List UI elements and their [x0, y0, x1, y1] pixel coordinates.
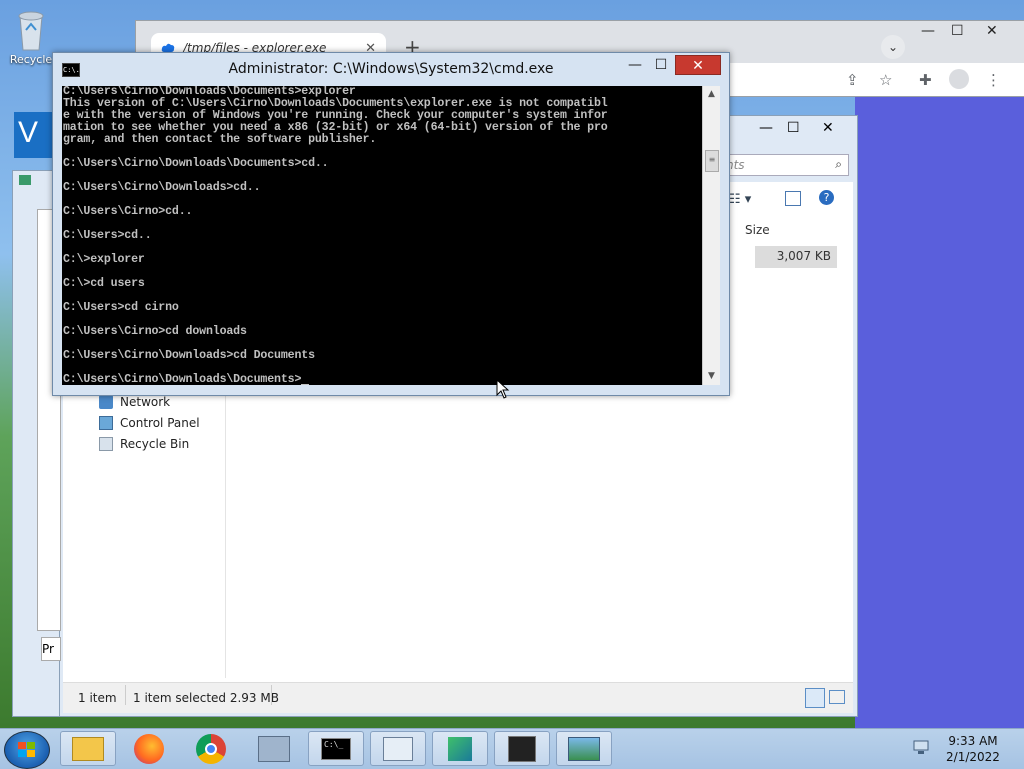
console-scrollbar[interactable]: ▲ ≡ ▼: [702, 86, 720, 385]
cmd-taskbar-icon: C:\_: [321, 737, 351, 760]
mouse-cursor-icon: [496, 379, 510, 399]
desktop-recycle-bin[interactable]: Recycle: [6, 8, 56, 66]
cmd-maximize-button[interactable]: ☐: [651, 55, 671, 75]
taskbar-cmd[interactable]: C:\_: [308, 731, 364, 766]
image-viewer-icon: [568, 736, 600, 761]
recycle-bin-icon: [99, 437, 113, 451]
performance-monitor-icon: [383, 736, 413, 761]
taskbar-image-viewer[interactable]: [556, 731, 612, 766]
app-icon: [19, 175, 31, 185]
console-output[interactable]: C:\Users\Cirno\Downloads\Documents>explo…: [62, 86, 702, 385]
console-line: C:\Users\Cirno\Downloads\Documents>cd..: [63, 157, 329, 170]
desktop-app-icon[interactable]: V: [14, 112, 54, 158]
taskbar-network-tool[interactable]: [246, 731, 302, 766]
cmd-minimize-button[interactable]: —: [625, 55, 645, 75]
console-line: C:\>cd users: [63, 277, 145, 290]
explorer-maximize-button[interactable]: ☐: [787, 120, 800, 136]
clock-date: 2/1/2022: [946, 750, 1000, 764]
nav-item-label: Control Panel: [120, 416, 200, 430]
column-header-size[interactable]: Size: [745, 223, 770, 237]
console-line: C:\Users\Cirno\Downloads>cd..: [63, 181, 261, 194]
search-icon: ⌕: [835, 157, 842, 171]
nav-item-recycle-bin[interactable]: Recycle Bin: [99, 437, 189, 451]
console-text: C:\Users\Cirno\Downloads\Documents>explo…: [62, 86, 702, 385]
scroll-up-icon[interactable]: ▲: [703, 86, 720, 103]
control-panel-icon: [99, 416, 113, 430]
console-line: C:\>explorer: [63, 253, 145, 266]
details-view-icon[interactable]: [805, 688, 825, 708]
status-bar: 1 item 1 item selected 2.93 MB: [63, 682, 853, 713]
view-options-icon[interactable]: ☷ ▾: [729, 192, 751, 207]
console-line: C:\Users>cd..: [63, 229, 152, 242]
cmd-close-button[interactable]: ✕: [675, 55, 721, 75]
bookmark-star-icon[interactable]: ☆: [879, 71, 892, 89]
explorer-search-input[interactable]: nts ⌕: [719, 154, 849, 176]
file-size-cell[interactable]: 3,007 KB: [755, 246, 837, 268]
scroll-down-icon[interactable]: ▼: [703, 368, 720, 385]
folder-icon: [72, 736, 104, 761]
network-icon: [99, 395, 113, 409]
system-clock[interactable]: 9:33 AM 2/1/2022: [940, 733, 1006, 765]
left-stub-text: Pr: [41, 637, 61, 661]
nav-item-label: Recycle Bin: [120, 437, 190, 451]
taskbar-chrome-icon[interactable]: [196, 734, 226, 764]
taskbar-performance-monitor[interactable]: [370, 731, 426, 766]
app-logo-icon: V: [18, 116, 39, 149]
taskbar-terminal-tool[interactable]: [494, 731, 550, 766]
download-arrow-icon: [448, 736, 472, 761]
network-tray-icon[interactable]: [912, 739, 930, 755]
console-line: gram, and then contact the software publ…: [63, 133, 377, 146]
text-cursor: [301, 384, 310, 385]
profile-avatar-icon[interactable]: [949, 69, 969, 89]
tab-search-chevron-down-icon[interactable]: ⌄: [881, 35, 905, 59]
console-line: C:\Users>cd cirno: [63, 301, 179, 314]
console-line: C:\Users\Cirno>cd..: [63, 205, 193, 218]
cmd-window: C:\. Administrator: C:\Windows\System32\…: [52, 52, 730, 396]
taskbar-file-explorer[interactable]: [60, 731, 116, 766]
menu-kebab-icon[interactable]: ⋮: [986, 71, 1001, 89]
item-count: 1 item: [78, 691, 117, 705]
chrome-maximize-button[interactable]: ☐: [951, 23, 964, 39]
desktop-wallpaper-panel: [855, 90, 1024, 728]
help-icon[interactable]: ?: [819, 190, 834, 205]
taskbar-download-tool[interactable]: [432, 731, 488, 766]
terminal-tool-icon: [508, 735, 536, 762]
clock-time: 9:33 AM: [948, 734, 998, 748]
taskbar: C:\_ 9:33 AM 2/1/2022: [0, 728, 1024, 769]
explorer-close-button[interactable]: ✕: [822, 120, 834, 136]
start-button[interactable]: [4, 731, 50, 769]
large-icons-view-icon[interactable]: [829, 690, 845, 704]
explorer-minimize-button[interactable]: —: [759, 120, 773, 136]
console-line: C:\Users\Cirno\Downloads>cd Documents: [63, 349, 315, 362]
chrome-close-button[interactable]: ✕: [986, 23, 998, 39]
windows-logo-icon: [18, 742, 35, 757]
desktop-icon-label: Recycle: [9, 53, 53, 66]
taskbar-firefox-icon[interactable]: [134, 734, 164, 764]
console-line: C:\Users\Cirno\Downloads\Documents>: [63, 373, 302, 386]
share-icon[interactable]: ⇪: [846, 71, 859, 89]
keyboard-monitor-icon: [258, 735, 290, 762]
selected-info: 1 item selected 2.93 MB: [133, 691, 279, 705]
preview-pane-icon[interactable]: [785, 191, 801, 206]
console-line: C:\Users\Cirno>cd downloads: [63, 325, 247, 338]
extensions-puzzle-icon[interactable]: ✚: [919, 71, 932, 89]
nav-item-network[interactable]: Network: [99, 395, 170, 409]
scroll-thumb[interactable]: ≡: [705, 150, 719, 172]
chrome-minimize-button[interactable]: —: [921, 23, 935, 39]
nav-item-label: Network: [120, 395, 171, 409]
recycle-bin-icon: [18, 11, 44, 51]
nav-item-control-panel[interactable]: Control Panel: [99, 416, 200, 430]
